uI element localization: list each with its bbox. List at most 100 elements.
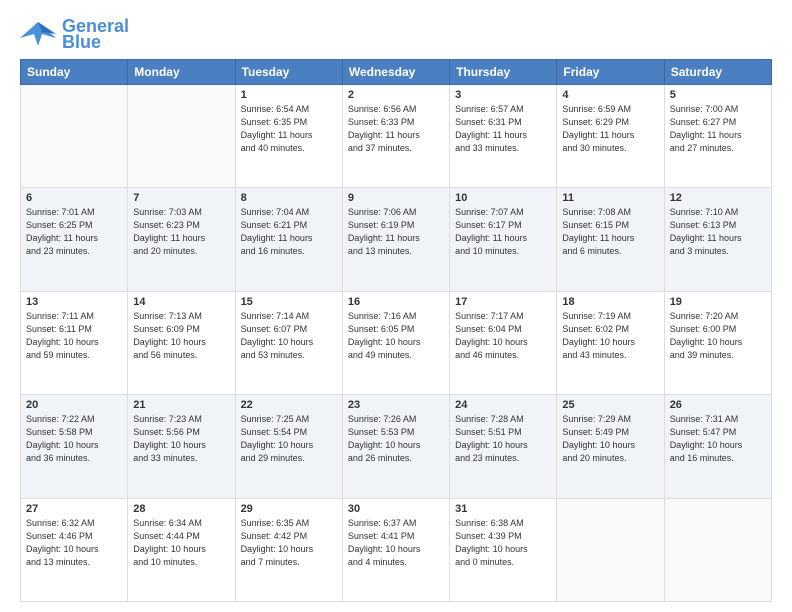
calendar-cell [128, 84, 235, 187]
calendar-cell: 25 Sunrise: 7:29 AM Sunset: 5:49 PM Dayli… [557, 395, 664, 498]
day-number: 14 [133, 296, 229, 308]
calendar-cell: 15 Sunrise: 7:14 AM Sunset: 6:07 PM Dayli… [235, 291, 342, 394]
day-info: Sunrise: 7:19 AM Sunset: 6:02 PM Dayligh… [562, 310, 658, 362]
day-info: Sunrise: 7:07 AM Sunset: 6:17 PM Dayligh… [455, 206, 551, 258]
day-info: Sunrise: 7:25 AM Sunset: 5:54 PM Dayligh… [241, 413, 337, 465]
calendar-cell: 29 Sunrise: 6:35 AM Sunset: 4:42 PM Dayli… [235, 498, 342, 602]
day-info: Sunrise: 7:28 AM Sunset: 5:51 PM Dayligh… [455, 413, 551, 465]
day-number: 25 [562, 399, 658, 411]
day-info: Sunrise: 7:16 AM Sunset: 6:05 PM Dayligh… [348, 310, 444, 362]
calendar-week-row: 6 Sunrise: 7:01 AM Sunset: 6:25 PM Daylig… [21, 188, 772, 291]
day-number: 30 [348, 503, 444, 515]
calendar-cell [664, 498, 771, 602]
day-info: Sunrise: 6:35 AM Sunset: 4:42 PM Dayligh… [241, 517, 337, 569]
day-number: 27 [26, 503, 122, 515]
calendar-cell: 26Sunrise: 7:31 AM Sunset: 5:47 PM Dayli… [664, 395, 771, 498]
day-info: Sunrise: 6:54 AM Sunset: 6:35 PM Dayligh… [241, 103, 337, 155]
calendar-cell: 19Sunrise: 7:20 AM Sunset: 6:00 PM Dayli… [664, 291, 771, 394]
day-number: 28 [133, 503, 229, 515]
logo-bird-icon [20, 18, 56, 48]
day-info: Sunrise: 6:32 AM Sunset: 4:46 PM Dayligh… [26, 517, 122, 569]
day-info: Sunrise: 7:01 AM Sunset: 6:25 PM Dayligh… [26, 206, 122, 258]
day-info: Sunrise: 7:17 AM Sunset: 6:04 PM Dayligh… [455, 310, 551, 362]
day-number: 2 [348, 89, 444, 101]
day-number: 17 [455, 296, 551, 308]
day-number: 21 [133, 399, 229, 411]
calendar-cell: 21 Sunrise: 7:23 AM Sunset: 5:56 PM Dayli… [128, 395, 235, 498]
col-header-wednesday: Wednesday [342, 59, 449, 84]
calendar-cell: 10 Sunrise: 7:07 AM Sunset: 6:17 PM Dayli… [450, 188, 557, 291]
calendar-week-row: 13 Sunrise: 7:11 AM Sunset: 6:11 PM Dayli… [21, 291, 772, 394]
day-number: 6 [26, 192, 122, 204]
day-number: 10 [455, 192, 551, 204]
day-number: 29 [241, 503, 337, 515]
day-number: 18 [562, 296, 658, 308]
day-number: 11 [562, 192, 658, 204]
day-number: 9 [348, 192, 444, 204]
day-info: Sunrise: 7:14 AM Sunset: 6:07 PM Dayligh… [241, 310, 337, 362]
calendar-cell: 30 Sunrise: 6:37 AM Sunset: 4:41 PM Dayli… [342, 498, 449, 602]
day-number: 31 [455, 503, 551, 515]
calendar-cell: 17 Sunrise: 7:17 AM Sunset: 6:04 PM Dayli… [450, 291, 557, 394]
calendar-cell: 16Sunrise: 7:16 AM Sunset: 6:05 PM Dayli… [342, 291, 449, 394]
header: General Blue [20, 16, 772, 51]
calendar-week-row: 27 Sunrise: 6:32 AM Sunset: 4:46 PM Dayli… [21, 498, 772, 602]
calendar-week-row: 20Sunrise: 7:22 AM Sunset: 5:58 PM Dayli… [21, 395, 772, 498]
day-number: 26 [670, 399, 766, 411]
day-info: Sunrise: 6:37 AM Sunset: 4:41 PM Dayligh… [348, 517, 444, 569]
col-header-sunday: Sunday [21, 59, 128, 84]
day-info: Sunrise: 7:22 AM Sunset: 5:58 PM Dayligh… [26, 413, 122, 465]
day-number: 5 [670, 89, 766, 101]
day-info: Sunrise: 7:13 AM Sunset: 6:09 PM Dayligh… [133, 310, 229, 362]
calendar-cell [21, 84, 128, 187]
calendar-cell [557, 498, 664, 602]
day-number: 23 [348, 399, 444, 411]
calendar-cell: 23 Sunrise: 7:26 AM Sunset: 5:53 PM Dayli… [342, 395, 449, 498]
calendar-cell: 4 Sunrise: 6:59 AM Sunset: 6:29 PM Daylig… [557, 84, 664, 187]
day-number: 4 [562, 89, 658, 101]
col-header-tuesday: Tuesday [235, 59, 342, 84]
day-number: 22 [241, 399, 337, 411]
calendar-cell: 11 Sunrise: 7:08 AM Sunset: 6:15 PM Dayli… [557, 188, 664, 291]
calendar-cell: 9Sunrise: 7:06 AM Sunset: 6:19 PM Daylig… [342, 188, 449, 291]
day-number: 1 [241, 89, 337, 101]
day-number: 24 [455, 399, 551, 411]
calendar-cell: 18 Sunrise: 7:19 AM Sunset: 6:02 PM Dayli… [557, 291, 664, 394]
col-header-thursday: Thursday [450, 59, 557, 84]
calendar-cell: 12Sunrise: 7:10 AM Sunset: 6:13 PM Dayli… [664, 188, 771, 291]
day-info: Sunrise: 7:20 AM Sunset: 6:00 PM Dayligh… [670, 310, 766, 362]
day-info: Sunrise: 7:23 AM Sunset: 5:56 PM Dayligh… [133, 413, 229, 465]
day-info: Sunrise: 7:04 AM Sunset: 6:21 PM Dayligh… [241, 206, 337, 258]
day-info: Sunrise: 7:11 AM Sunset: 6:11 PM Dayligh… [26, 310, 122, 362]
col-header-monday: Monday [128, 59, 235, 84]
day-info: Sunrise: 6:57 AM Sunset: 6:31 PM Dayligh… [455, 103, 551, 155]
day-info: Sunrise: 7:03 AM Sunset: 6:23 PM Dayligh… [133, 206, 229, 258]
day-info: Sunrise: 7:08 AM Sunset: 6:15 PM Dayligh… [562, 206, 658, 258]
day-info: Sunrise: 6:38 AM Sunset: 4:39 PM Dayligh… [455, 517, 551, 569]
calendar-cell: 6 Sunrise: 7:01 AM Sunset: 6:25 PM Daylig… [21, 188, 128, 291]
calendar-cell: 8 Sunrise: 7:04 AM Sunset: 6:21 PM Daylig… [235, 188, 342, 291]
calendar-cell: 31 Sunrise: 6:38 AM Sunset: 4:39 PM Dayli… [450, 498, 557, 602]
calendar-cell: 28 Sunrise: 6:34 AM Sunset: 4:44 PM Dayli… [128, 498, 235, 602]
day-info: Sunrise: 7:26 AM Sunset: 5:53 PM Dayligh… [348, 413, 444, 465]
day-info: Sunrise: 6:59 AM Sunset: 6:29 PM Dayligh… [562, 103, 658, 155]
day-number: 15 [241, 296, 337, 308]
calendar-cell: 2 Sunrise: 6:56 AM Sunset: 6:33 PM Daylig… [342, 84, 449, 187]
day-number: 13 [26, 296, 122, 308]
calendar-cell: 7Sunrise: 7:03 AM Sunset: 6:23 PM Daylig… [128, 188, 235, 291]
day-info: Sunrise: 7:29 AM Sunset: 5:49 PM Dayligh… [562, 413, 658, 465]
calendar-cell: 13 Sunrise: 7:11 AM Sunset: 6:11 PM Dayli… [21, 291, 128, 394]
day-info: Sunrise: 6:34 AM Sunset: 4:44 PM Dayligh… [133, 517, 229, 569]
day-info: Sunrise: 7:10 AM Sunset: 6:13 PM Dayligh… [670, 206, 766, 258]
calendar-cell: 1 Sunrise: 6:54 AM Sunset: 6:35 PM Daylig… [235, 84, 342, 187]
day-info: Sunrise: 6:56 AM Sunset: 6:33 PM Dayligh… [348, 103, 444, 155]
calendar-cell: 14 Sunrise: 7:13 AM Sunset: 6:09 PM Dayli… [128, 291, 235, 394]
day-number: 8 [241, 192, 337, 204]
logo: General Blue [20, 16, 129, 51]
day-number: 3 [455, 89, 551, 101]
calendar-week-row: 1 Sunrise: 6:54 AM Sunset: 6:35 PM Daylig… [21, 84, 772, 187]
calendar-cell: 5Sunrise: 7:00 AM Sunset: 6:27 PM Daylig… [664, 84, 771, 187]
col-header-saturday: Saturday [664, 59, 771, 84]
calendar-cell: 3 Sunrise: 6:57 AM Sunset: 6:31 PM Daylig… [450, 84, 557, 187]
calendar-cell: 27 Sunrise: 6:32 AM Sunset: 4:46 PM Dayli… [21, 498, 128, 602]
